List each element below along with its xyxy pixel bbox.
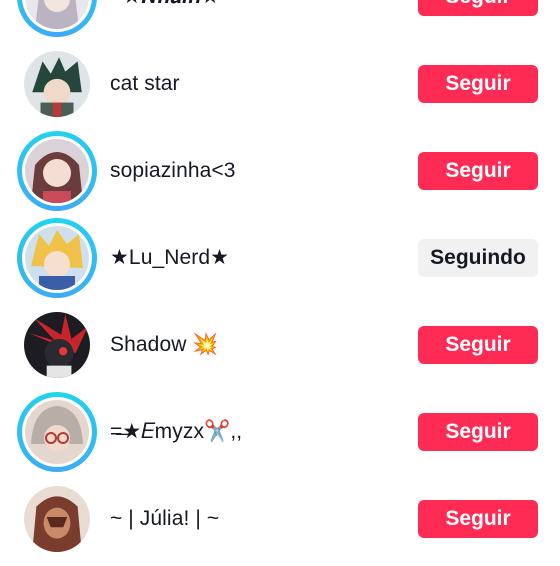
following-list: ~★𝑵𝒉𝒂𝒊𝒏★~ Seguir cat star Seguir sopiazi… (0, 0, 560, 560)
follow-button[interactable]: Seguir (418, 0, 538, 16)
avatar[interactable] (17, 305, 97, 385)
username[interactable]: ★Lu_Nerd★ (110, 218, 229, 298)
username[interactable]: ~ | Júlia! | ~ (110, 479, 219, 559)
list-item[interactable]: Shadow 💥 Seguir (0, 305, 560, 392)
list-item[interactable]: sopiazinha<3 Seguir (0, 131, 560, 218)
list-item[interactable]: ~★𝑵𝒉𝒂𝒊𝒏★~ Seguir (0, 0, 560, 44)
masked-character-avatar (24, 486, 90, 552)
follow-button[interactable]: Seguir (418, 65, 538, 103)
follow-button[interactable]: Seguir (418, 500, 538, 538)
following-button[interactable]: Seguindo (418, 239, 538, 277)
shadow-hedgehog-avatar (24, 312, 90, 378)
list-item[interactable]: ~ | Júlia! | ~ Seguir (0, 479, 560, 566)
list-item[interactable]: ★Lu_Nerd★ Seguindo (0, 218, 560, 305)
avatar-story-ring[interactable] (17, 218, 97, 298)
blonde-hero-avatar (25, 226, 89, 290)
follow-button[interactable]: Seguir (418, 152, 538, 190)
avatar-story-ring[interactable] (17, 392, 97, 472)
anime-girl-avatar (25, 0, 89, 29)
avatar[interactable] (17, 44, 97, 124)
username[interactable]: cat star (110, 44, 180, 124)
username[interactable]: Shadow 💥 (110, 305, 219, 385)
list-item[interactable]: =̶★𝐸myzx✂️,, Seguir (0, 392, 560, 479)
username[interactable]: sopiazinha<3 (110, 131, 236, 211)
gray-hair-glasses-avatar (25, 400, 89, 464)
follow-button[interactable]: Seguir (418, 326, 538, 364)
brown-hair-girl-avatar (25, 139, 89, 203)
green-hair-hero-avatar (24, 51, 90, 117)
avatar-story-ring[interactable] (17, 0, 97, 37)
avatar-story-ring[interactable] (17, 131, 97, 211)
list-item[interactable]: cat star Seguir (0, 44, 560, 131)
username[interactable]: =̶★𝐸myzx✂️,, (110, 392, 242, 472)
follow-button[interactable]: Seguir (418, 413, 538, 451)
username[interactable]: ~★𝑵𝒉𝒂𝒊𝒏★~ (110, 0, 232, 37)
avatar[interactable] (17, 479, 97, 559)
